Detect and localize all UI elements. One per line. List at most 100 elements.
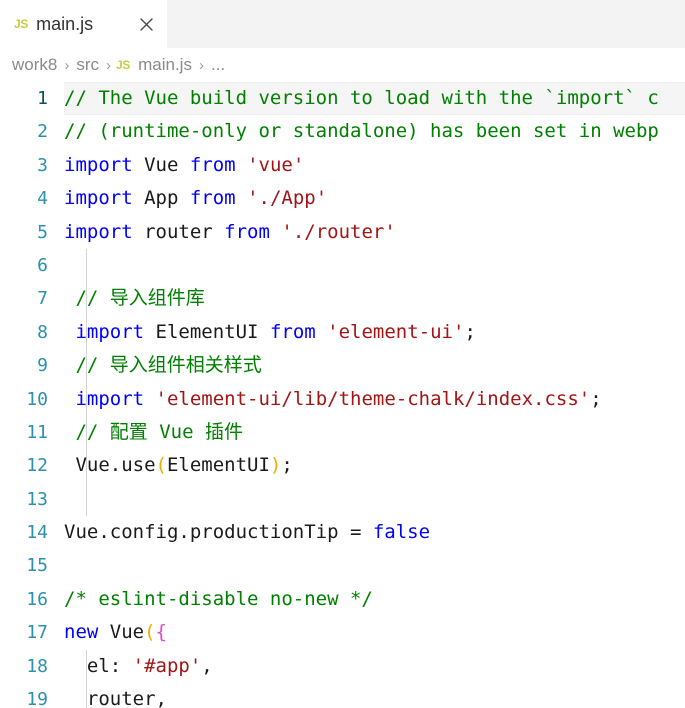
- code-line-content: // 配置 Vue 插件: [62, 416, 685, 449]
- code-line[interactable]: 6: [0, 249, 685, 282]
- code-token: import: [64, 187, 133, 210]
- code-line-content: router,: [62, 683, 685, 708]
- code-line-content: Vue.config.productionTip = false: [62, 516, 685, 549]
- code-token: Vue.use: [64, 454, 156, 477]
- close-icon[interactable]: [135, 13, 157, 35]
- code-token: false: [372, 521, 431, 544]
- code-line[interactable]: 12 Vue.use(ElementUI);: [0, 449, 685, 482]
- code-line[interactable]: 1 // The Vue build version to load with t…: [0, 82, 685, 116]
- code-token: '#app': [132, 654, 202, 677]
- code-line-content: import router from './router': [62, 216, 685, 249]
- code-token: ElementUI: [144, 320, 270, 343]
- code-token: 'vue': [247, 153, 305, 176]
- tab-main-js[interactable]: JS main.js: [0, 0, 168, 48]
- code-line[interactable]: 9 // 导入组件相关样式: [0, 349, 685, 382]
- js-file-icon: JS: [116, 58, 131, 72]
- code-token: ;: [464, 320, 476, 343]
- code-line[interactable]: 2 // (runtime-only or standalone) has bee…: [0, 115, 685, 148]
- line-number: 1: [37, 88, 48, 109]
- code-token: router,: [64, 688, 167, 708]
- line-number: 18: [26, 655, 48, 677]
- code-line[interactable]: 4 import App from './App': [0, 182, 685, 215]
- code-token: (: [144, 621, 156, 644]
- line-number: 13: [26, 488, 48, 510]
- code-line-content: Vue.use(ElementUI);: [62, 449, 685, 482]
- chevron-right-icon: ›: [106, 56, 112, 74]
- code-token: from: [269, 320, 316, 343]
- tab-label: main.js: [36, 13, 94, 34]
- code-token: 导入组件库: [109, 287, 205, 310]
- code-token: import: [64, 220, 133, 243]
- code-token: 'element-ui': [327, 320, 465, 343]
- code-line[interactable]: 13: [0, 483, 685, 516]
- code-token: //: [64, 420, 110, 443]
- breadcrumb-overflow[interactable]: ...: [209, 55, 227, 75]
- code-line[interactable]: 11 // 配置 Vue 插件: [0, 416, 685, 449]
- line-number: 16: [26, 588, 48, 610]
- breadcrumb-item-src[interactable]: src: [74, 55, 101, 75]
- code-token: 插件: [204, 420, 243, 443]
- code-line-content: el: '#app',: [62, 650, 685, 683]
- code-line-content: // (runtime-only or standalone) has been…: [62, 115, 685, 148]
- code-line-content: import Vue from 'vue': [62, 149, 685, 182]
- breadcrumb-item-main-js[interactable]: main.js: [136, 55, 194, 75]
- code-line-content: // The Vue build version to load with th…: [62, 82, 685, 115]
- code-token: from: [224, 220, 270, 243]
- code-token: import: [64, 153, 133, 176]
- line-number: 11: [26, 421, 48, 443]
- code-token: Vue: [98, 621, 145, 644]
- line-number: 9: [37, 355, 48, 377]
- code-line[interactable]: 3 import Vue from 'vue': [0, 149, 685, 182]
- breadcrumb: work8 › src › JS main.js › ...: [0, 48, 685, 82]
- line-number: 5: [37, 221, 48, 243]
- code-token: {: [155, 621, 167, 644]
- code-line[interactable]: 7 // 导入组件库: [0, 282, 685, 315]
- code-line[interactable]: 16 /* eslint-disable no-new */: [0, 583, 685, 616]
- code-token: /* eslint-disable no-new */: [64, 587, 373, 610]
- line-number: 2: [37, 121, 48, 143]
- code-token: ): [269, 454, 282, 477]
- code-token: new: [64, 621, 99, 644]
- code-line[interactable]: 19 router,: [0, 683, 685, 708]
- js-file-icon: JS: [14, 17, 29, 31]
- code-token: ElementUI: [166, 454, 270, 477]
- code-line[interactable]: 10 import 'element-ui/lib/theme-chalk/in…: [0, 383, 685, 416]
- code-line[interactable]: 14 Vue.config.productionTip = false: [0, 516, 685, 549]
- code-token: (: [155, 454, 167, 477]
- code-lines: 1 // The Vue build version to load with t…: [0, 82, 685, 708]
- code-line[interactable]: 5 import router from './router': [0, 216, 685, 249]
- code-token: Vue: [132, 153, 190, 176]
- code-line-content: import App from './App': [62, 182, 685, 215]
- code-token: ;: [590, 387, 602, 410]
- line-number: 12: [26, 455, 48, 477]
- code-line[interactable]: 15: [0, 549, 685, 582]
- chevron-right-icon: ›: [198, 56, 204, 74]
- code-token: App: [132, 187, 190, 210]
- code-line[interactable]: 17 new Vue({: [0, 616, 685, 649]
- breadcrumb-item-work8[interactable]: work8: [10, 55, 59, 75]
- code-line[interactable]: 18 el: '#app',: [0, 650, 685, 683]
- code-token: './App': [247, 187, 328, 210]
- code-token: import: [75, 387, 145, 410]
- code-editor[interactable]: 1 // The Vue build version to load with t…: [0, 82, 685, 708]
- code-line-content: // 导入组件相关样式: [62, 349, 685, 382]
- code-line-content: new Vue({: [62, 616, 685, 649]
- line-number: 8: [37, 321, 48, 343]
- code-token: ;: [281, 454, 293, 477]
- line-number: 14: [26, 522, 48, 544]
- code-token: 导入组件相关样式: [109, 354, 262, 377]
- tab-bar-empty-area: [168, 0, 685, 48]
- code-token: router: [132, 220, 225, 243]
- code-token: from: [189, 187, 236, 210]
- code-line[interactable]: 8 import ElementUI from 'element-ui';: [0, 316, 685, 349]
- code-token: ,: [201, 654, 213, 677]
- line-number: 3: [37, 154, 48, 176]
- code-line-content: import 'element-ui/lib/theme-chalk/index…: [62, 383, 685, 416]
